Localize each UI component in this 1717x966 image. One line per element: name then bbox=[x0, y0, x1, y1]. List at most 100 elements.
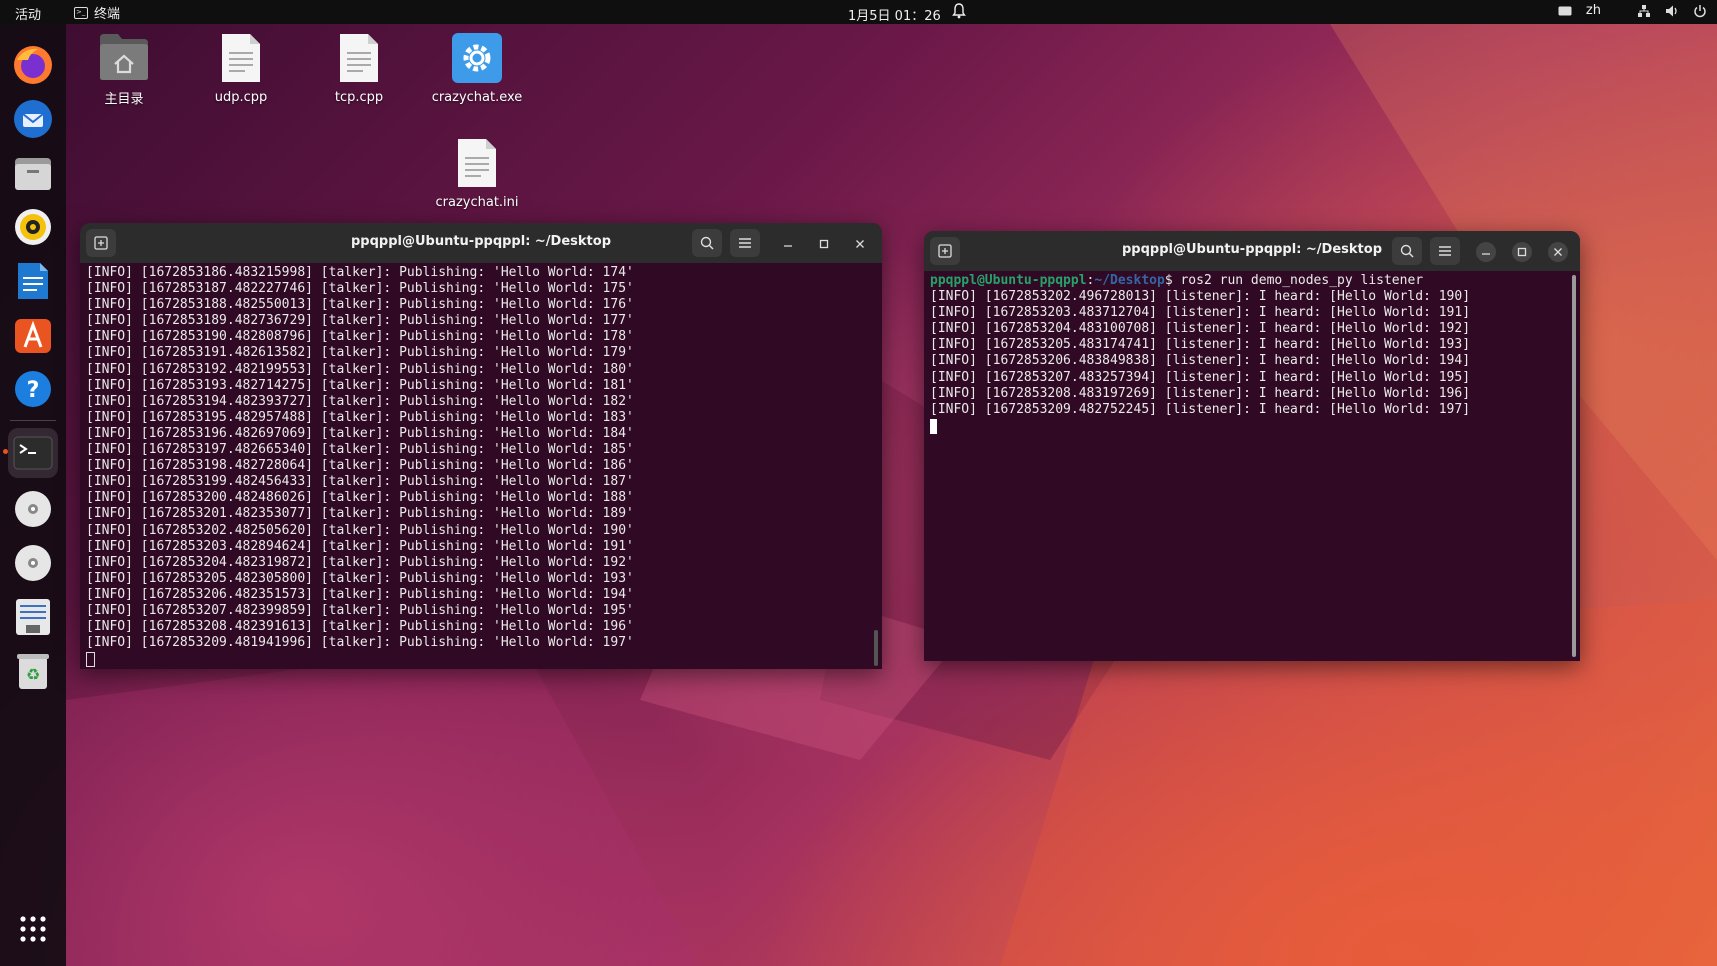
terminal-window-listener[interactable]: ppqppl@Ubuntu-ppqppl: ~/Desktop ppqppl@U… bbox=[924, 231, 1580, 661]
hamburger-menu-icon bbox=[739, 238, 751, 248]
desktop-icon-label: crazychat.exe bbox=[431, 90, 523, 105]
disc-icon bbox=[15, 545, 51, 581]
terminal-line: [INFO] [1672853194.482393727] [talker]: … bbox=[86, 393, 634, 409]
terminal-output[interactable]: ppqppl@Ubuntu-ppqppl:~/Desktop$ ros2 run… bbox=[924, 271, 1580, 434]
dock-libreoffice-writer[interactable] bbox=[8, 256, 58, 306]
clock[interactable]: 1月5日 01：26 bbox=[848, 5, 941, 24]
terminal-line: [INFO] [1672853209.482752245] [listener]… bbox=[930, 401, 1471, 417]
desktop-icon-label: 主目录 bbox=[104, 92, 144, 107]
text-file-icon bbox=[458, 139, 496, 187]
dock-help[interactable]: ? bbox=[8, 364, 58, 414]
terminal-line: [INFO] [1672853189.482736729] [talker]: … bbox=[86, 313, 634, 329]
menu-button[interactable] bbox=[730, 229, 760, 257]
scrollbar[interactable] bbox=[874, 630, 878, 666]
terminal-line: [INFO] [1672853187.482227746] [talker]: … bbox=[86, 281, 634, 297]
dock-app-grid[interactable] bbox=[8, 904, 58, 954]
terminal-line: [INFO] [1672853188.482550013] [talker]: … bbox=[86, 297, 634, 313]
home-folder-icon bbox=[100, 34, 148, 80]
dock-firefox[interactable] bbox=[8, 40, 58, 90]
dock-thunderbird[interactable] bbox=[8, 94, 58, 144]
desktop-icon-crazychat-exe[interactable]: crazychat.exe bbox=[422, 32, 532, 105]
dock-disc-2[interactable] bbox=[8, 538, 58, 588]
terminal-line: [INFO] [1672853204.483100708] [listener]… bbox=[930, 321, 1471, 337]
terminal-line: [INFO] [1672853201.482353077] [talker]: … bbox=[86, 506, 634, 522]
search-icon bbox=[1400, 244, 1414, 258]
maximize-button[interactable] bbox=[814, 234, 834, 254]
system-tray[interactable]: zh bbox=[1558, 3, 1707, 18]
terminal-line: [INFO] [1672853198.482728064] [talker]: … bbox=[86, 458, 634, 474]
minimize-icon bbox=[784, 245, 792, 247]
top-bar: 活动 >_ 终端 1月5日 01：26 zh bbox=[0, 0, 1717, 24]
gear-exe-icon bbox=[452, 33, 502, 83]
terminal-line: [INFO] [1672853197.482665340] [talker]: … bbox=[86, 442, 634, 458]
power-icon[interactable] bbox=[1693, 4, 1707, 18]
prompt-user: ppqppl@Ubuntu-ppqppl bbox=[930, 273, 1087, 288]
terminal-header[interactable]: ppqppl@Ubuntu-ppqppl: ~/Desktop bbox=[924, 231, 1580, 271]
dock-terminal[interactable] bbox=[8, 428, 58, 478]
terminal-line: [INFO] [1672853193.482714275] [talker]: … bbox=[86, 377, 634, 393]
app-center-icon bbox=[15, 319, 51, 353]
desktop-icon-udp-cpp[interactable]: udp.cpp bbox=[186, 32, 296, 105]
dock-rhythmbox[interactable] bbox=[8, 202, 58, 252]
app-grid-icon bbox=[20, 916, 46, 942]
firefox-icon bbox=[14, 46, 52, 84]
maximize-button[interactable] bbox=[1512, 242, 1532, 262]
terminal-line: [INFO] [1672853206.482351573] [talker]: … bbox=[86, 586, 634, 602]
terminal-line: [INFO] [1672853205.482305800] [talker]: … bbox=[86, 570, 634, 586]
terminal-line: [INFO] [1672853207.482399859] [talker]: … bbox=[86, 602, 634, 618]
input-method-indicator[interactable]: zh bbox=[1586, 3, 1601, 18]
text-file-icon bbox=[340, 34, 378, 82]
notification-bell-icon[interactable] bbox=[952, 3, 966, 19]
prompt-command: $ ros2 run demo_nodes_py listener bbox=[1164, 273, 1424, 288]
hamburger-menu-icon bbox=[1439, 246, 1451, 256]
terminal-cursor bbox=[930, 418, 937, 434]
thunderbird-icon bbox=[14, 100, 52, 138]
volume-icon[interactable] bbox=[1665, 4, 1679, 18]
terminal-window-talker[interactable]: ppqppl@Ubuntu-ppqppl: ~/Desktop [INFO] [… bbox=[80, 223, 882, 669]
dock-app-center[interactable] bbox=[8, 310, 58, 360]
desktop-icon-home[interactable]: 主目录 bbox=[69, 32, 179, 107]
search-button[interactable] bbox=[692, 229, 722, 257]
terminal-cursor bbox=[86, 652, 95, 668]
text-editor-icon bbox=[16, 599, 50, 635]
terminal-line: [INFO] [1672853199.482456433] [talker]: … bbox=[86, 474, 634, 490]
desktop-icon-label: udp.cpp bbox=[214, 90, 268, 105]
desktop-icon-tcp-cpp[interactable]: tcp.cpp bbox=[304, 32, 414, 105]
close-button[interactable] bbox=[850, 234, 870, 254]
terminal-header[interactable]: ppqppl@Ubuntu-ppqppl: ~/Desktop bbox=[80, 223, 882, 263]
minimize-button[interactable] bbox=[778, 234, 798, 254]
dock-text-editor[interactable] bbox=[8, 592, 58, 642]
prompt-line: ppqppl@Ubuntu-ppqppl:~/Desktop$ ros2 run… bbox=[930, 273, 1423, 288]
search-button[interactable] bbox=[1392, 237, 1422, 265]
scrollbar[interactable] bbox=[1572, 275, 1576, 657]
help-icon: ? bbox=[15, 371, 51, 407]
menu-button[interactable] bbox=[1430, 237, 1460, 265]
close-icon bbox=[1554, 248, 1562, 256]
terminal-line: [INFO] [1672853208.483197269] [listener]… bbox=[930, 385, 1471, 401]
app-menu-label: 终端 bbox=[94, 7, 121, 22]
minimize-button[interactable] bbox=[1476, 242, 1496, 262]
desktop-icon-label: crazychat.ini bbox=[435, 195, 519, 210]
network-icon[interactable] bbox=[1637, 4, 1651, 18]
dock-disc-1[interactable] bbox=[8, 484, 58, 534]
close-button[interactable] bbox=[1548, 242, 1568, 262]
terminal-line: [INFO] [1672853208.482391613] [talker]: … bbox=[86, 619, 634, 635]
text-file-icon bbox=[222, 34, 260, 82]
app-menu[interactable]: >_ 终端 bbox=[74, 3, 120, 22]
terminal-line: [INFO] [1672853186.483215998] [talker]: … bbox=[86, 265, 634, 280]
terminal-output[interactable]: [INFO] [1672853186.483215998] [talker]: … bbox=[80, 263, 882, 668]
disc-icon bbox=[15, 491, 51, 527]
desktop-icon-crazychat-ini[interactable]: crazychat.ini bbox=[422, 137, 532, 210]
keyboard-icon[interactable] bbox=[1558, 6, 1572, 16]
terminal-line: [INFO] [1672853202.482505620] [talker]: … bbox=[86, 522, 634, 538]
terminal-line: [INFO] [1672853207.483257394] [listener]… bbox=[930, 369, 1471, 385]
terminal-line: [INFO] [1672853205.483174741] [listener]… bbox=[930, 337, 1471, 353]
dock-trash[interactable]: ♻ bbox=[8, 646, 58, 696]
terminal-line: [INFO] [1672853191.482613582] [talker]: … bbox=[86, 345, 634, 361]
files-icon bbox=[15, 158, 51, 190]
dock-separator bbox=[10, 420, 56, 421]
dock-files[interactable] bbox=[8, 148, 58, 198]
svg-text:?: ? bbox=[27, 378, 40, 403]
terminal-small-icon: >_ bbox=[74, 6, 88, 19]
activities-button[interactable]: 活动 bbox=[15, 4, 41, 23]
